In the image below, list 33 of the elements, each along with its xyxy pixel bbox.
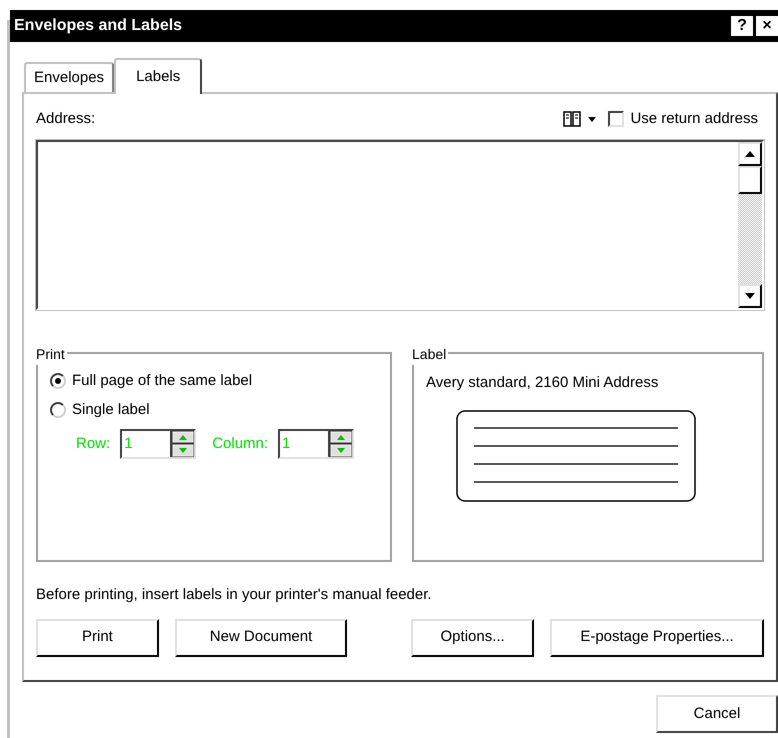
radio-label[interactable]: Single label [72,398,150,421]
down-arrow-icon [745,293,755,299]
dialog-button[interactable]: Print [36,618,159,656]
dialog-button[interactable]: E-postage Properties... [550,618,764,656]
tab[interactable]: Labels [114,58,202,94]
dialog-button[interactable]: New Document [174,618,348,656]
window-control-button[interactable]: × [756,16,778,36]
spin-arrows-icon[interactable] [328,431,352,457]
dialog-button[interactable]: Options... [411,618,534,656]
address-label: Address: [36,108,96,129]
address-book-button[interactable] [562,110,596,128]
spin-arrows-icon[interactable] [170,431,194,457]
instruction-text: Before printing, insert labels in your printer's manual feeder. [36,585,433,605]
up-arrow-icon [745,151,755,157]
radio-button[interactable] [50,373,66,390]
radio-label[interactable]: Full page of the same label [72,370,252,392]
scroll-thumb[interactable] [738,166,762,194]
window-control-button[interactable]: ? [731,16,753,36]
checkbox-label[interactable]: Use return address [630,108,758,130]
scroll-up-button[interactable] [738,142,762,166]
column-label: Column: [212,434,268,454]
label-description: Avery standard, 2160 Mini Address [426,373,660,393]
scrollbar[interactable] [738,142,762,308]
tab[interactable]: Envelopes [24,62,114,92]
window-title: Envelopes and Labels [14,16,182,36]
book-icon [562,110,582,128]
address-field[interactable] [36,140,764,310]
radio-button[interactable] [50,402,66,418]
scroll-down-button[interactable] [738,284,762,308]
row-label: Row: [76,434,110,454]
checkbox[interactable] [608,111,624,127]
caret-icon [588,116,596,122]
cancel-button[interactable]: Cancel [656,695,778,733]
